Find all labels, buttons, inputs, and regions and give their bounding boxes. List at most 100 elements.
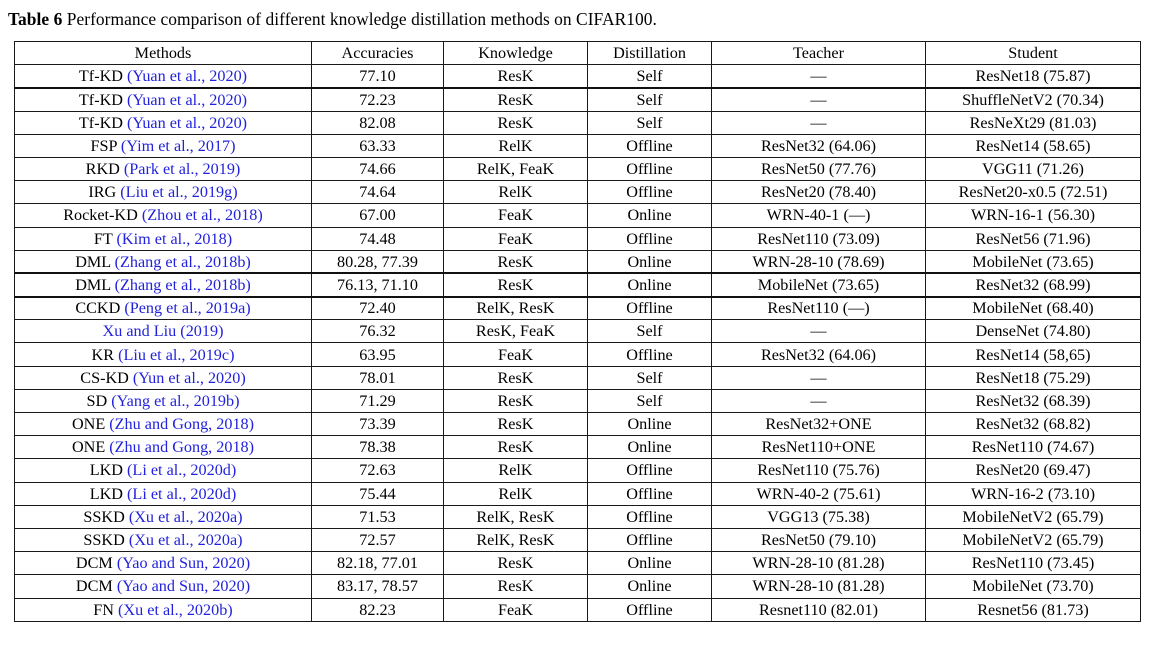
cell-teacher: — <box>711 365 926 390</box>
method-name: LKD <box>89 484 128 503</box>
method-name: SD <box>86 391 112 410</box>
cell-knowledge: RelK, FeaK <box>443 156 588 182</box>
column-header-distillation: Distillation <box>587 40 712 66</box>
cell-distillation: Offline <box>587 180 712 205</box>
cell-student: MobileNet (73.65) <box>925 249 1141 275</box>
method-citation[interactable]: (Yao and Sun, 2020) <box>117 577 250 595</box>
method-name: ONE <box>71 415 110 434</box>
cell-teacher: ResNet20 (78.40) <box>711 180 926 205</box>
table-row: Tf-KD (Yuan et al., 2020) 82.08 ResK Self — R… <box>14 110 1141 135</box>
table-row: LKD (Li et al., 2020d) 72.63 RelK Offline Re… <box>14 458 1141 483</box>
cell-accuracies: 78.01 <box>311 365 444 390</box>
column-header-accuracies: Accuracies <box>311 40 444 66</box>
cell-distillation: Offline <box>587 504 712 529</box>
cell-knowledge: RelK, ResK <box>443 504 588 529</box>
cell-accuracies: 82.18, 77.01 <box>311 551 444 576</box>
cell-teacher: MobileNet (73.65) <box>711 272 926 298</box>
method-citation[interactable]: (Yuan et al., 2020) <box>127 91 247 109</box>
method-citation[interactable]: (Zhang et al., 2018b) <box>115 276 251 294</box>
cell-teacher: ResNet32+ONE <box>711 411 926 437</box>
cell-accuracies: 72.63 <box>311 458 444 483</box>
cell-knowledge: FeaK <box>443 203 588 228</box>
cell-student: ResNet14 (58,65) <box>925 342 1141 367</box>
table-body: Tf-KD (Yuan et al., 2020) 77.10 ResK Self — R… <box>14 64 1141 622</box>
method-citation[interactable]: (Park et al., 2019) <box>124 160 240 178</box>
method-citation[interactable]: (Zhang et al., 2018b) <box>115 253 251 271</box>
method-citation[interactable]: (Liu et al., 2019c) <box>118 346 234 364</box>
cell-distillation: Online <box>587 435 712 460</box>
table-row: LKD (Li et al., 2020d) 75.44 RelK Offline WR… <box>14 481 1141 506</box>
method-name: LKD <box>89 461 128 480</box>
cell-method: FN (Xu et al., 2020b) <box>14 597 312 622</box>
cell-student: ResNet56 (71.96) <box>925 226 1141 251</box>
cell-distillation: Online <box>587 249 712 275</box>
method-citation[interactable]: (Yuan et al., 2020) <box>127 114 247 132</box>
table-header: Methods Accuracies Knowledge Distillatio… <box>14 40 1141 66</box>
method-citation[interactable]: (Xu et al., 2020b) <box>118 601 233 619</box>
cell-accuracies: 74.66 <box>311 156 444 182</box>
cell-method: RKD (Park et al., 2019) <box>14 156 312 182</box>
cell-method: SSKD (Xu et al., 2020a) <box>14 504 312 529</box>
method-citation[interactable]: (Yun et al., 2020) <box>133 369 246 387</box>
method-citation[interactable]: (Yuan et al., 2020) <box>127 67 247 85</box>
table-row: DML (Zhang et al., 2018b) 80.28, 77.39 Res… <box>14 249 1141 275</box>
cell-accuracies: 72.23 <box>311 87 444 112</box>
method-name: DML <box>75 252 115 271</box>
cell-method: DCM (Yao and Sun, 2020) <box>14 574 312 599</box>
method-citation[interactable]: Xu and Liu (2019) <box>103 322 224 340</box>
cell-accuracies: 74.64 <box>311 180 444 205</box>
cell-distillation: Offline <box>587 597 712 622</box>
cell-teacher: ResNet110 (73.09) <box>711 226 926 251</box>
cell-teacher: ResNet32 (64.06) <box>711 342 926 367</box>
table-row: ONE (Zhu and Gong, 2018) 73.39 ResK Online R… <box>14 411 1141 437</box>
cell-method: SSKD (Xu et al., 2020a) <box>14 527 312 553</box>
cell-method: ONE (Zhu and Gong, 2018) <box>14 411 312 437</box>
method-citation[interactable]: (Yim et al., 2017) <box>121 137 236 155</box>
table-row: KR (Liu et al., 2019c) 63.95 FeaK Offline Re… <box>14 342 1141 367</box>
cell-knowledge: ResK <box>443 388 588 414</box>
method-citation[interactable]: (Zhu and Gong, 2018) <box>109 415 254 433</box>
cell-knowledge: RelK, ResK <box>443 527 588 553</box>
cell-method: LKD (Li et al., 2020d) <box>14 458 312 483</box>
method-name: Tf-KD <box>78 113 128 132</box>
method-name: FN <box>93 600 119 619</box>
method-citation[interactable]: (Xu et al., 2020a) <box>129 531 243 549</box>
cell-accuracies: 83.17, 78.57 <box>311 574 444 599</box>
cell-teacher: Resnet110 (82.01) <box>711 597 926 622</box>
cell-distillation: Online <box>587 203 712 228</box>
cell-student: ResNeXt29 (81.03) <box>925 110 1141 135</box>
method-citation[interactable]: (Liu et al., 2019g) <box>120 183 237 201</box>
method-citation[interactable]: (Kim et al., 2018) <box>117 230 233 248</box>
method-name: IRG <box>88 183 121 202</box>
cell-accuracies: 71.53 <box>311 504 444 529</box>
method-citation[interactable]: (Li et al., 2020d) <box>127 461 236 479</box>
method-name: CS-KD <box>80 368 133 387</box>
cell-distillation: Self <box>587 110 712 135</box>
method-name: SSKD <box>83 531 129 550</box>
cell-knowledge: ResK <box>443 87 588 112</box>
cell-teacher: — <box>711 64 926 89</box>
method-citation[interactable]: (Yao and Sun, 2020) <box>117 554 250 572</box>
cell-knowledge: ResK <box>443 64 588 89</box>
method-citation[interactable]: (Zhu and Gong, 2018) <box>109 438 254 456</box>
cell-teacher: ResNet110 (—) <box>711 296 926 321</box>
cell-distillation: Offline <box>587 458 712 483</box>
kd-comparison-table: Methods Accuracies Knowledge Distillatio… <box>14 40 1141 622</box>
cell-teacher: VGG13 (75.38) <box>711 504 926 529</box>
method-name: Rocket-KD <box>63 206 142 225</box>
cell-distillation: Offline <box>587 226 712 251</box>
cell-method: DML (Zhang et al., 2018b) <box>14 249 312 275</box>
cell-accuracies: 67.00 <box>311 203 444 228</box>
cell-accuracies: 73.39 <box>311 411 444 437</box>
method-citation[interactable]: (Li et al., 2020d) <box>127 485 236 503</box>
method-citation[interactable]: (Peng et al., 2019a) <box>124 299 250 317</box>
method-citation[interactable]: (Xu et al., 2020a) <box>129 508 243 526</box>
cell-teacher: ResNet110+ONE <box>711 435 926 460</box>
cell-student: ResNet110 (74.67) <box>925 435 1141 460</box>
cell-student: ResNet32 (68.39) <box>925 388 1141 414</box>
method-citation[interactable]: (Yang et al., 2019b) <box>111 392 239 410</box>
table-row: CCKD (Peng et al., 2019a) 72.40 RelK, ResK… <box>14 296 1141 321</box>
cell-student: WRN-16-1 (56.30) <box>925 203 1141 228</box>
method-citation[interactable]: (Zhou et al., 2018) <box>142 206 263 224</box>
cell-accuracies: 75.44 <box>311 481 444 506</box>
